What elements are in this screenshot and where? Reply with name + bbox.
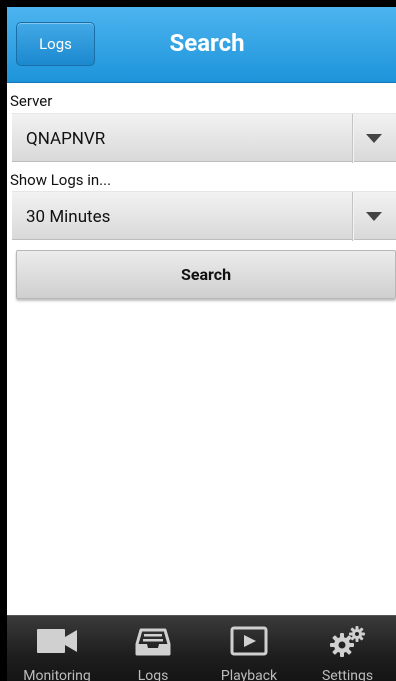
header-bar: Logs Search bbox=[7, 7, 396, 83]
select-divider bbox=[352, 114, 353, 163]
server-select[interactable]: QNAPNVR bbox=[12, 113, 396, 163]
chevron-down-icon bbox=[366, 134, 382, 143]
tab-monitoring[interactable]: Monitoring bbox=[7, 616, 107, 681]
chevron-down-icon bbox=[366, 212, 382, 221]
back-button-label: Logs bbox=[39, 35, 72, 53]
tab-logs[interactable]: Logs bbox=[107, 616, 199, 681]
tab-logs-label: Logs bbox=[137, 668, 169, 681]
video-camera-icon bbox=[35, 624, 79, 662]
bottom-tab-bar: Monitoring Logs Playback Settings bbox=[7, 615, 396, 681]
select-divider bbox=[352, 192, 353, 241]
period-select-value: 30 Minutes bbox=[26, 206, 111, 227]
tab-settings[interactable]: Settings bbox=[299, 616, 396, 681]
tab-playback-label: Playback bbox=[220, 668, 278, 681]
period-select[interactable]: 30 Minutes bbox=[12, 191, 396, 241]
period-label: Show Logs in... bbox=[10, 171, 112, 189]
search-button-label: Search bbox=[180, 265, 232, 284]
tab-settings-label: Settings bbox=[321, 668, 374, 681]
gears-icon bbox=[328, 624, 368, 662]
back-button[interactable]: Logs bbox=[16, 22, 95, 66]
server-label: Server bbox=[10, 92, 53, 110]
search-button[interactable]: Search bbox=[16, 250, 396, 299]
tab-playback[interactable]: Playback bbox=[199, 616, 299, 681]
play-icon bbox=[229, 624, 269, 662]
page-title: Search bbox=[169, 29, 245, 57]
tab-monitoring-label: Monitoring bbox=[23, 668, 91, 681]
server-select-value: QNAPNVR bbox=[26, 128, 106, 149]
screen: Logs Search Server QNAPNVR Show Logs in.… bbox=[7, 7, 396, 681]
inbox-tray-icon bbox=[135, 624, 171, 662]
